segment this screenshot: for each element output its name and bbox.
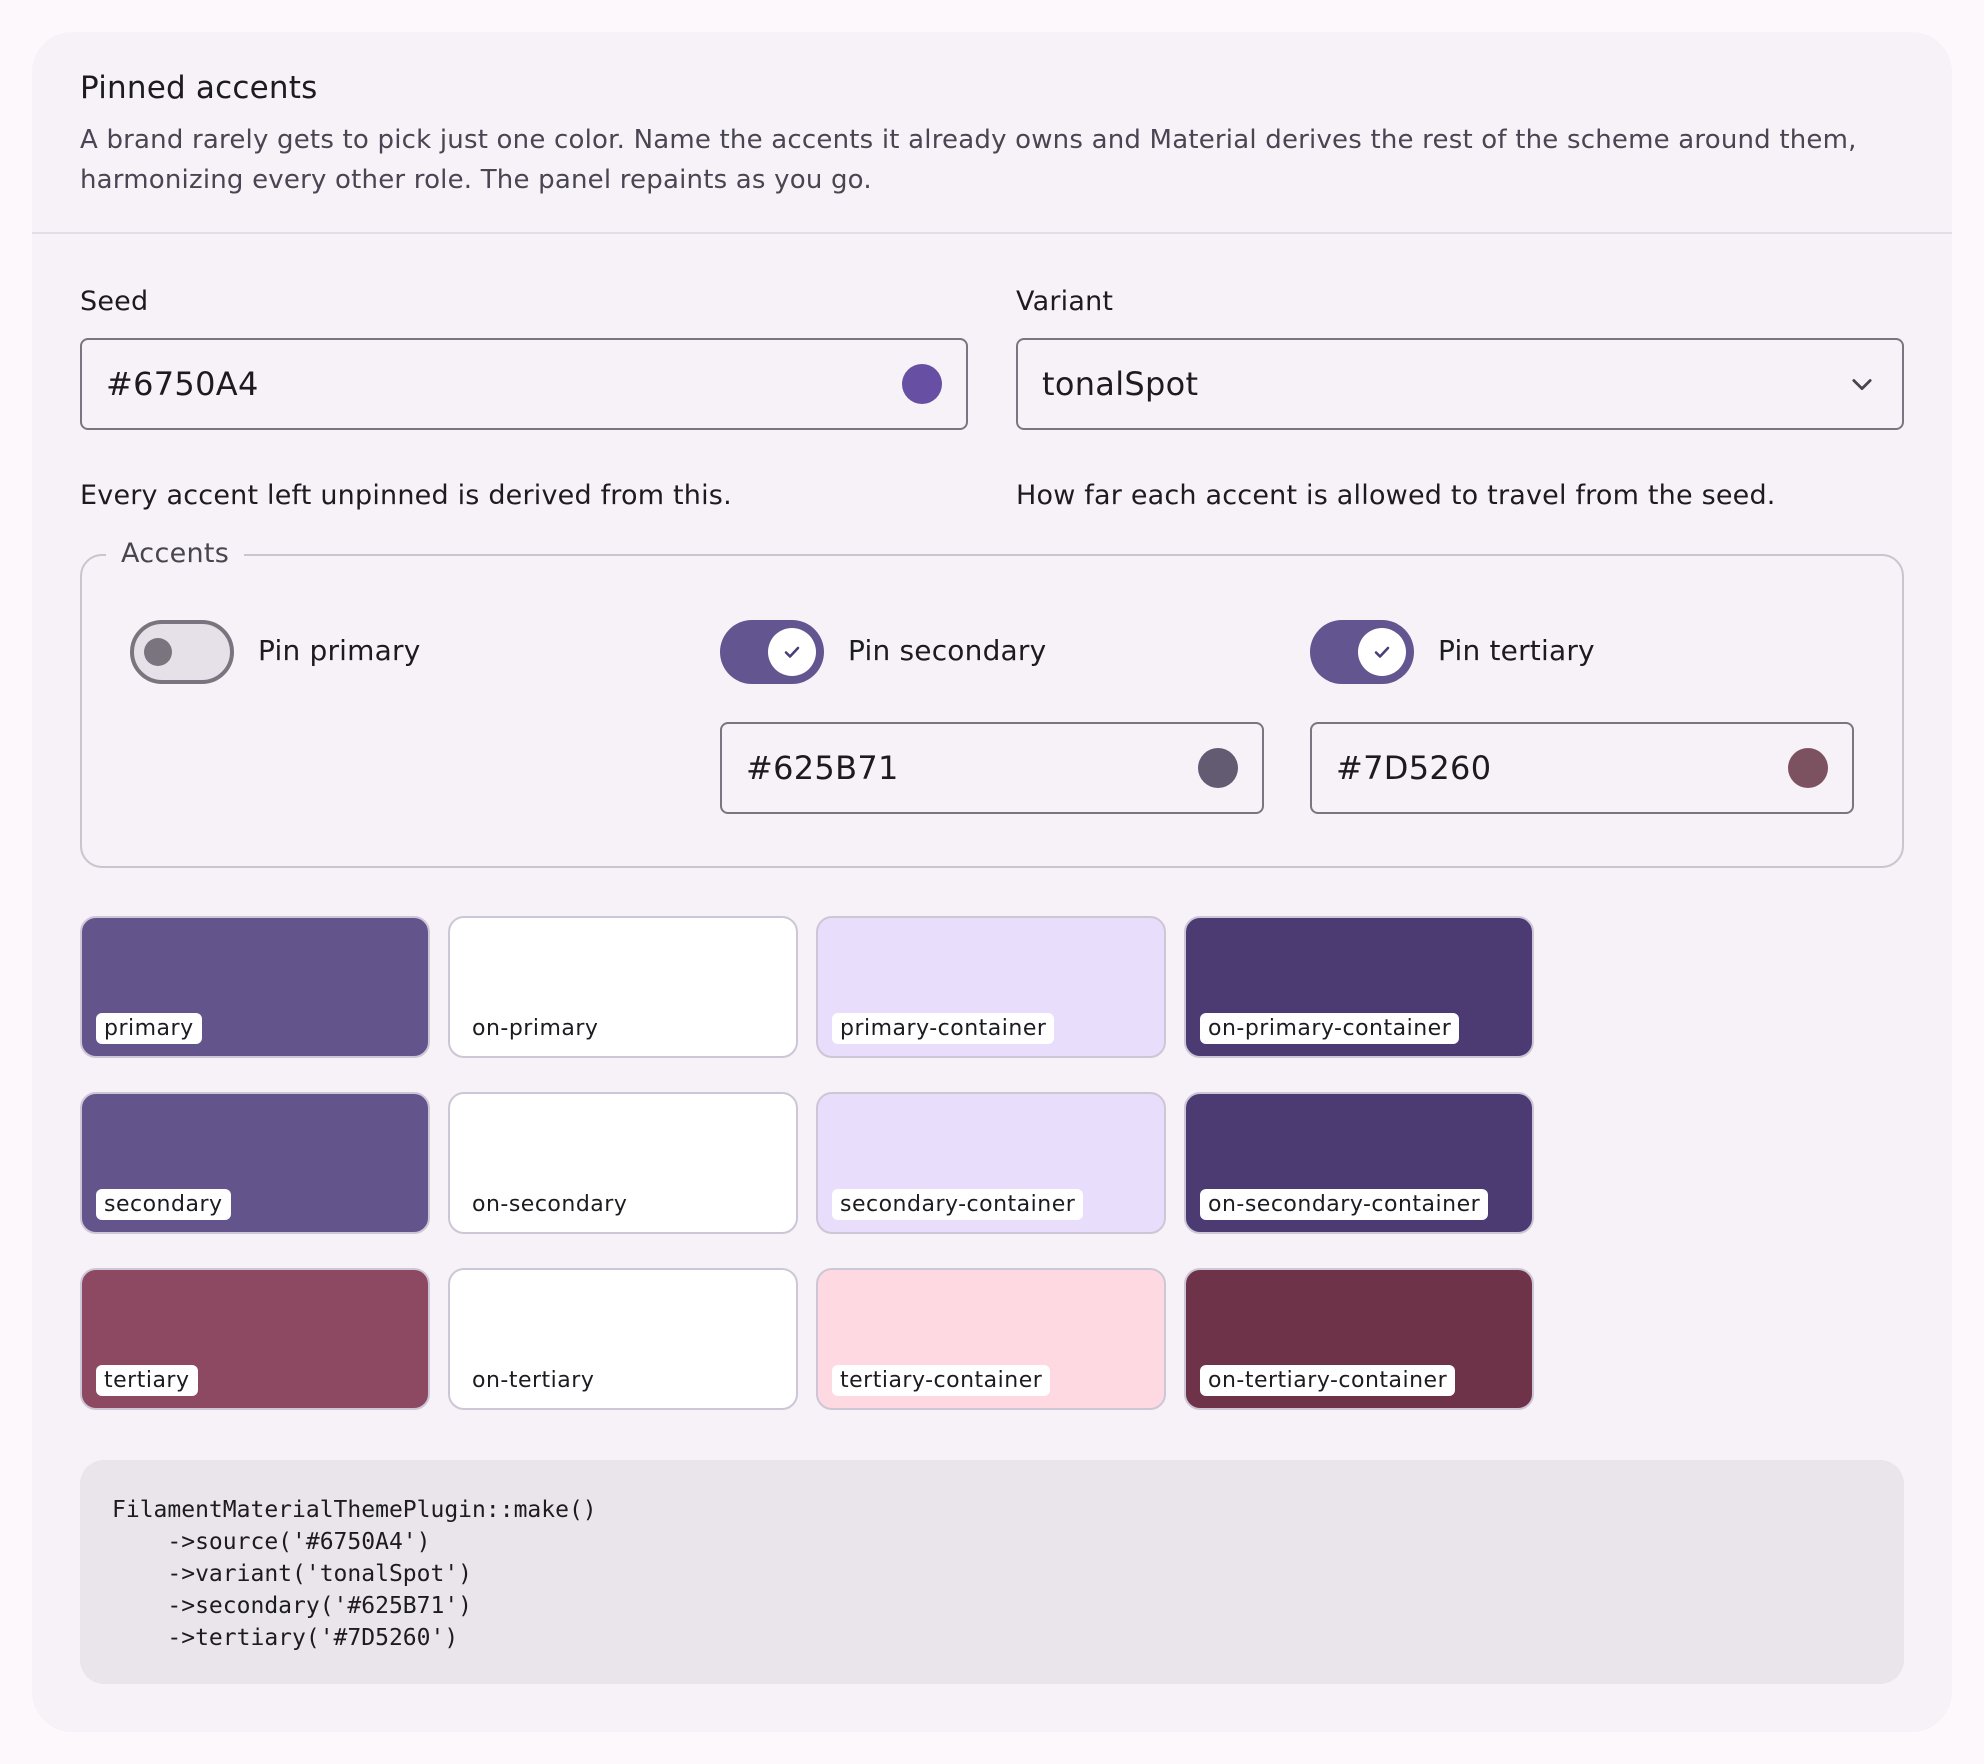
swatch-tertiary-container: tertiary-container	[816, 1268, 1166, 1410]
swatch-on-tertiary-container: on-tertiary-container	[1184, 1268, 1534, 1410]
seed-input-value: #6750A4	[106, 365, 259, 403]
swatch-label: on-secondary-container	[1200, 1189, 1489, 1220]
check-icon	[1374, 646, 1390, 658]
switch-knob	[144, 638, 172, 666]
code-snippet: FilamentMaterialThemePlugin::make() ->so…	[80, 1460, 1904, 1684]
swatch-label: on-tertiary-container	[1200, 1365, 1456, 1396]
accents-fieldset: Accents Pin primary Pin secondary #625B7…	[80, 538, 1904, 868]
swatch-label: tertiary-container	[832, 1365, 1051, 1396]
variant-select[interactable]: tonalSpot	[1016, 338, 1904, 430]
card-title: Pinned accents	[80, 70, 318, 106]
swatch-on-primary-container: on-primary-container	[1184, 916, 1534, 1058]
variant-select-value: tonalSpot	[1042, 365, 1199, 403]
swatch-secondary: secondary	[80, 1092, 430, 1234]
switch-knob	[1358, 628, 1406, 676]
pin-primary-switch[interactable]	[130, 620, 234, 684]
variant-helper-text: How far each accent is allowed to travel…	[1016, 480, 1776, 511]
seed-color-swatch[interactable]	[902, 364, 942, 404]
card-description: A brand rarely gets to pick just one col…	[80, 125, 1857, 195]
secondary-color-input[interactable]: #625B71	[720, 722, 1264, 814]
pin-primary-label: Pin primary	[258, 634, 421, 667]
secondary-input-value: #625B71	[746, 749, 899, 787]
swatch-label: on-primary-container	[1200, 1013, 1460, 1044]
card-header: Pinned accents A brand rarely gets to pi…	[32, 32, 1952, 234]
swatch-on-secondary: on-secondary	[448, 1092, 798, 1234]
tertiary-color-input[interactable]: #7D5260	[1310, 722, 1854, 814]
swatch-label: on-tertiary	[472, 1368, 595, 1393]
swatch-label: on-primary	[472, 1016, 599, 1041]
seed-input[interactable]: #6750A4	[80, 338, 968, 430]
swatch-label: tertiary	[96, 1365, 198, 1396]
seed-helper-text: Every accent left unpinned is derived fr…	[80, 480, 732, 511]
seed-label: Seed	[80, 286, 149, 317]
check-icon	[784, 646, 800, 658]
chevron-down-icon	[1852, 379, 1872, 391]
pinned-accents-card: Pinned accents A brand rarely gets to pi…	[32, 32, 1952, 1732]
swatch-secondary-container: secondary-container	[816, 1092, 1166, 1234]
pin-tertiary-label: Pin tertiary	[1438, 634, 1595, 667]
tertiary-input-value: #7D5260	[1336, 749, 1492, 787]
swatch-on-tertiary: on-tertiary	[448, 1268, 798, 1410]
swatch-label: on-secondary	[472, 1192, 628, 1217]
swatch-label: secondary-container	[832, 1189, 1084, 1220]
swatch-primary: primary	[80, 916, 430, 1058]
pin-secondary-label: Pin secondary	[848, 634, 1047, 667]
pin-tertiary-switch[interactable]	[1310, 620, 1414, 684]
swatch-label: secondary	[96, 1189, 231, 1220]
variant-label: Variant	[1016, 286, 1114, 317]
secondary-color-swatch[interactable]	[1198, 748, 1238, 788]
tertiary-color-swatch[interactable]	[1788, 748, 1828, 788]
swatch-on-secondary-container: on-secondary-container	[1184, 1092, 1534, 1234]
swatch-tertiary: tertiary	[80, 1268, 430, 1410]
swatch-primary-container: primary-container	[816, 916, 1166, 1058]
pin-secondary-switch[interactable]	[720, 620, 824, 684]
swatch-label: primary-container	[832, 1013, 1055, 1044]
swatch-label: primary	[96, 1013, 202, 1044]
swatch-on-primary: on-primary	[448, 916, 798, 1058]
switch-knob	[768, 628, 816, 676]
accents-legend: Accents	[106, 538, 245, 569]
